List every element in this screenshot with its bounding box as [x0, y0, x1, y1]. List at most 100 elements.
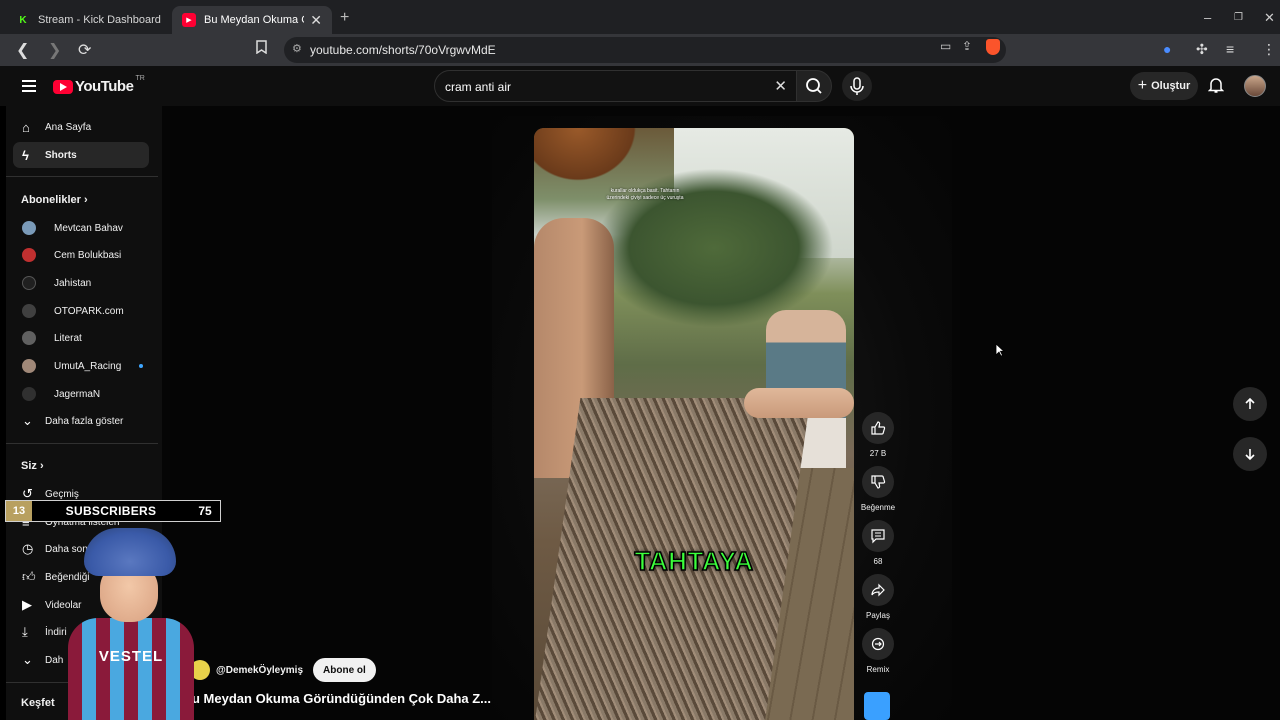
comments-button[interactable]	[862, 520, 894, 552]
extensions-puzzle-icon[interactable]: ✣	[1196, 41, 1208, 58]
short-video-player[interactable]: kurallar oldukça basit. Tahtanın üzerind…	[534, 128, 854, 720]
share-icon	[871, 583, 885, 597]
url-text: youtube.com/shorts/70oVrgwvMdE	[310, 43, 496, 57]
close-window-button[interactable]: ✕	[1264, 10, 1275, 26]
subscriber-count: 75	[198, 504, 212, 518]
notifications-bell-icon[interactable]	[1208, 76, 1224, 94]
arrow-down-icon	[1245, 449, 1255, 461]
hamburger-menu-icon[interactable]	[22, 80, 36, 95]
screen: K Stream - Kick Dashboard ▶ Bu Meydan Ok…	[0, 0, 1280, 720]
create-button[interactable]: + Oluştur	[1130, 72, 1198, 100]
tab-kick-dashboard[interactable]: K Stream - Kick Dashboard	[6, 6, 172, 34]
subscribe-button[interactable]: Abone ol	[313, 658, 376, 682]
sidebar-channel[interactable]: OTOPARK.com	[13, 298, 149, 324]
cast-icon[interactable]: ▭	[940, 39, 951, 53]
sidebar-show-more[interactable]: ⌄ Daha fazla göster	[13, 408, 149, 434]
bucket-hat-image	[84, 528, 176, 576]
tab-label: Bu Meydan Okuma Göründ	[204, 14, 304, 26]
dislike-button[interactable]	[862, 466, 894, 498]
plus-icon: +	[1137, 77, 1148, 94]
search-icon	[806, 78, 822, 94]
mouse-cursor-icon	[995, 343, 1005, 357]
short-title[interactable]: u Meydan Okuma Göründüğünden Çok Daha Z.…	[192, 691, 491, 706]
video-overlay-text: kurallar oldukça basit. Tahtanın üzerind…	[606, 188, 684, 201]
kick-icon: K	[16, 13, 30, 27]
streamer-avatar-overlay: VESTEL	[62, 528, 200, 720]
sidebar-channel[interactable]: UmutA_Racing	[13, 353, 149, 379]
channel-avatar	[22, 387, 36, 401]
youtube-header: YouTube TR cram anti air ✕ + Oluştur	[0, 66, 1280, 106]
share-page-icon[interactable]: ⇪	[962, 39, 972, 53]
comment-icon	[871, 529, 885, 544]
clock-icon: ◷	[22, 541, 34, 556]
arrow-up-icon	[1245, 397, 1255, 409]
next-short-button[interactable]	[1233, 437, 1267, 471]
clear-search-icon[interactable]: ✕	[774, 77, 787, 95]
subscriptions-header[interactable]: Abonelikler ›	[21, 194, 88, 206]
brave-shield-icon[interactable]	[986, 39, 1000, 55]
remix-button[interactable]	[862, 628, 894, 660]
forward-icon[interactable]: ❯	[48, 40, 61, 60]
video-caption: TAHTAYA	[634, 545, 754, 577]
restore-button[interactable]: ❐	[1234, 12, 1243, 23]
like-button[interactable]	[862, 412, 894, 444]
chevron-down-icon: ⌄	[22, 413, 33, 428]
new-tab-button[interactable]: +	[340, 9, 349, 27]
site-info-icon[interactable]: ⚙	[292, 42, 302, 55]
remix-icon	[871, 637, 885, 651]
sidebar-channel[interactable]: Jahistan	[13, 270, 149, 296]
sidebar-channel[interactable]: Literat	[13, 325, 149, 351]
dislike-label: Beğenme	[860, 503, 896, 512]
browser-toolbar: ❮ ❯ ⟳ ⚙ youtube.com/shorts/70oVrgwvMdE ▭…	[0, 34, 1280, 66]
reload-icon[interactable]: ⟳	[78, 40, 91, 60]
thumbs-down-icon	[871, 475, 886, 489]
browser-tabbar: K Stream - Kick Dashboard ▶ Bu Meydan Ok…	[0, 0, 1280, 38]
sidebar-channel[interactable]: Mevtcan Bahav	[13, 215, 149, 241]
shirt-sponsor-text: VESTEL	[98, 648, 164, 665]
comment-count: 68	[873, 557, 883, 566]
youtube-play-icon	[53, 79, 73, 94]
channel-avatar	[22, 276, 36, 290]
channel-avatar	[22, 221, 36, 235]
sidebar-channel[interactable]: JagermaN	[13, 381, 149, 407]
shorts-icon: ϟ	[22, 147, 29, 163]
channel-avatar	[22, 248, 36, 262]
back-icon[interactable]: ❮	[16, 40, 29, 60]
bookmark-icon[interactable]	[256, 40, 267, 54]
sidebar-channel[interactable]: Cem Bolukbasi	[13, 242, 149, 268]
chevron-down-icon: ⌄	[22, 652, 33, 667]
search-button[interactable]	[796, 70, 832, 102]
you-header[interactable]: Siz ›	[21, 460, 44, 472]
voice-search-button[interactable]	[842, 71, 872, 101]
tab-youtube-short[interactable]: ▶ Bu Meydan Okuma Göründ ✕	[172, 6, 332, 34]
channel-name[interactable]: @DemekÖyleymiş	[216, 665, 303, 676]
home-icon: ⌂	[22, 119, 30, 135]
extension-icon[interactable]: ●	[1163, 41, 1171, 57]
menu-kebab-icon[interactable]: ⋮	[1262, 41, 1276, 58]
channel-avatar	[22, 331, 36, 345]
tab-close-icon[interactable]: ✕	[310, 12, 322, 29]
youtube-logo[interactable]: YouTube TR	[53, 75, 145, 95]
previous-short-button[interactable]	[1233, 387, 1267, 421]
like-icon: 👍︎	[22, 569, 36, 584]
tab-label: Stream - Kick Dashboard	[38, 14, 161, 26]
sound-thumbnail[interactable]	[864, 692, 890, 720]
explore-header: Keşfet	[21, 697, 55, 709]
channel-avatar	[22, 304, 36, 318]
media-playlist-icon[interactable]: ≡	[1226, 41, 1234, 57]
like-count: 27 B	[869, 449, 887, 458]
share-label: Paylaş	[865, 611, 890, 620]
search-input[interactable]: cram anti air ✕	[434, 70, 798, 102]
sidebar-item-home[interactable]: ⌂ Ana Sayfa	[13, 114, 149, 140]
new-content-dot	[139, 364, 144, 368]
search-query: cram anti air	[445, 80, 512, 94]
sidebar-item-shorts[interactable]: ϟ Shorts	[13, 142, 149, 168]
download-icon: ⤓	[22, 624, 28, 639]
minimize-button[interactable]: –	[1204, 10, 1211, 25]
microphone-icon	[850, 77, 864, 95]
address-bar[interactable]: ⚙ youtube.com/shorts/70oVrgwvMdE	[284, 37, 1006, 63]
thumbs-up-icon	[871, 421, 886, 435]
account-avatar[interactable]	[1244, 75, 1266, 97]
share-button[interactable]	[862, 574, 894, 606]
remix-label: Remix	[866, 665, 890, 674]
